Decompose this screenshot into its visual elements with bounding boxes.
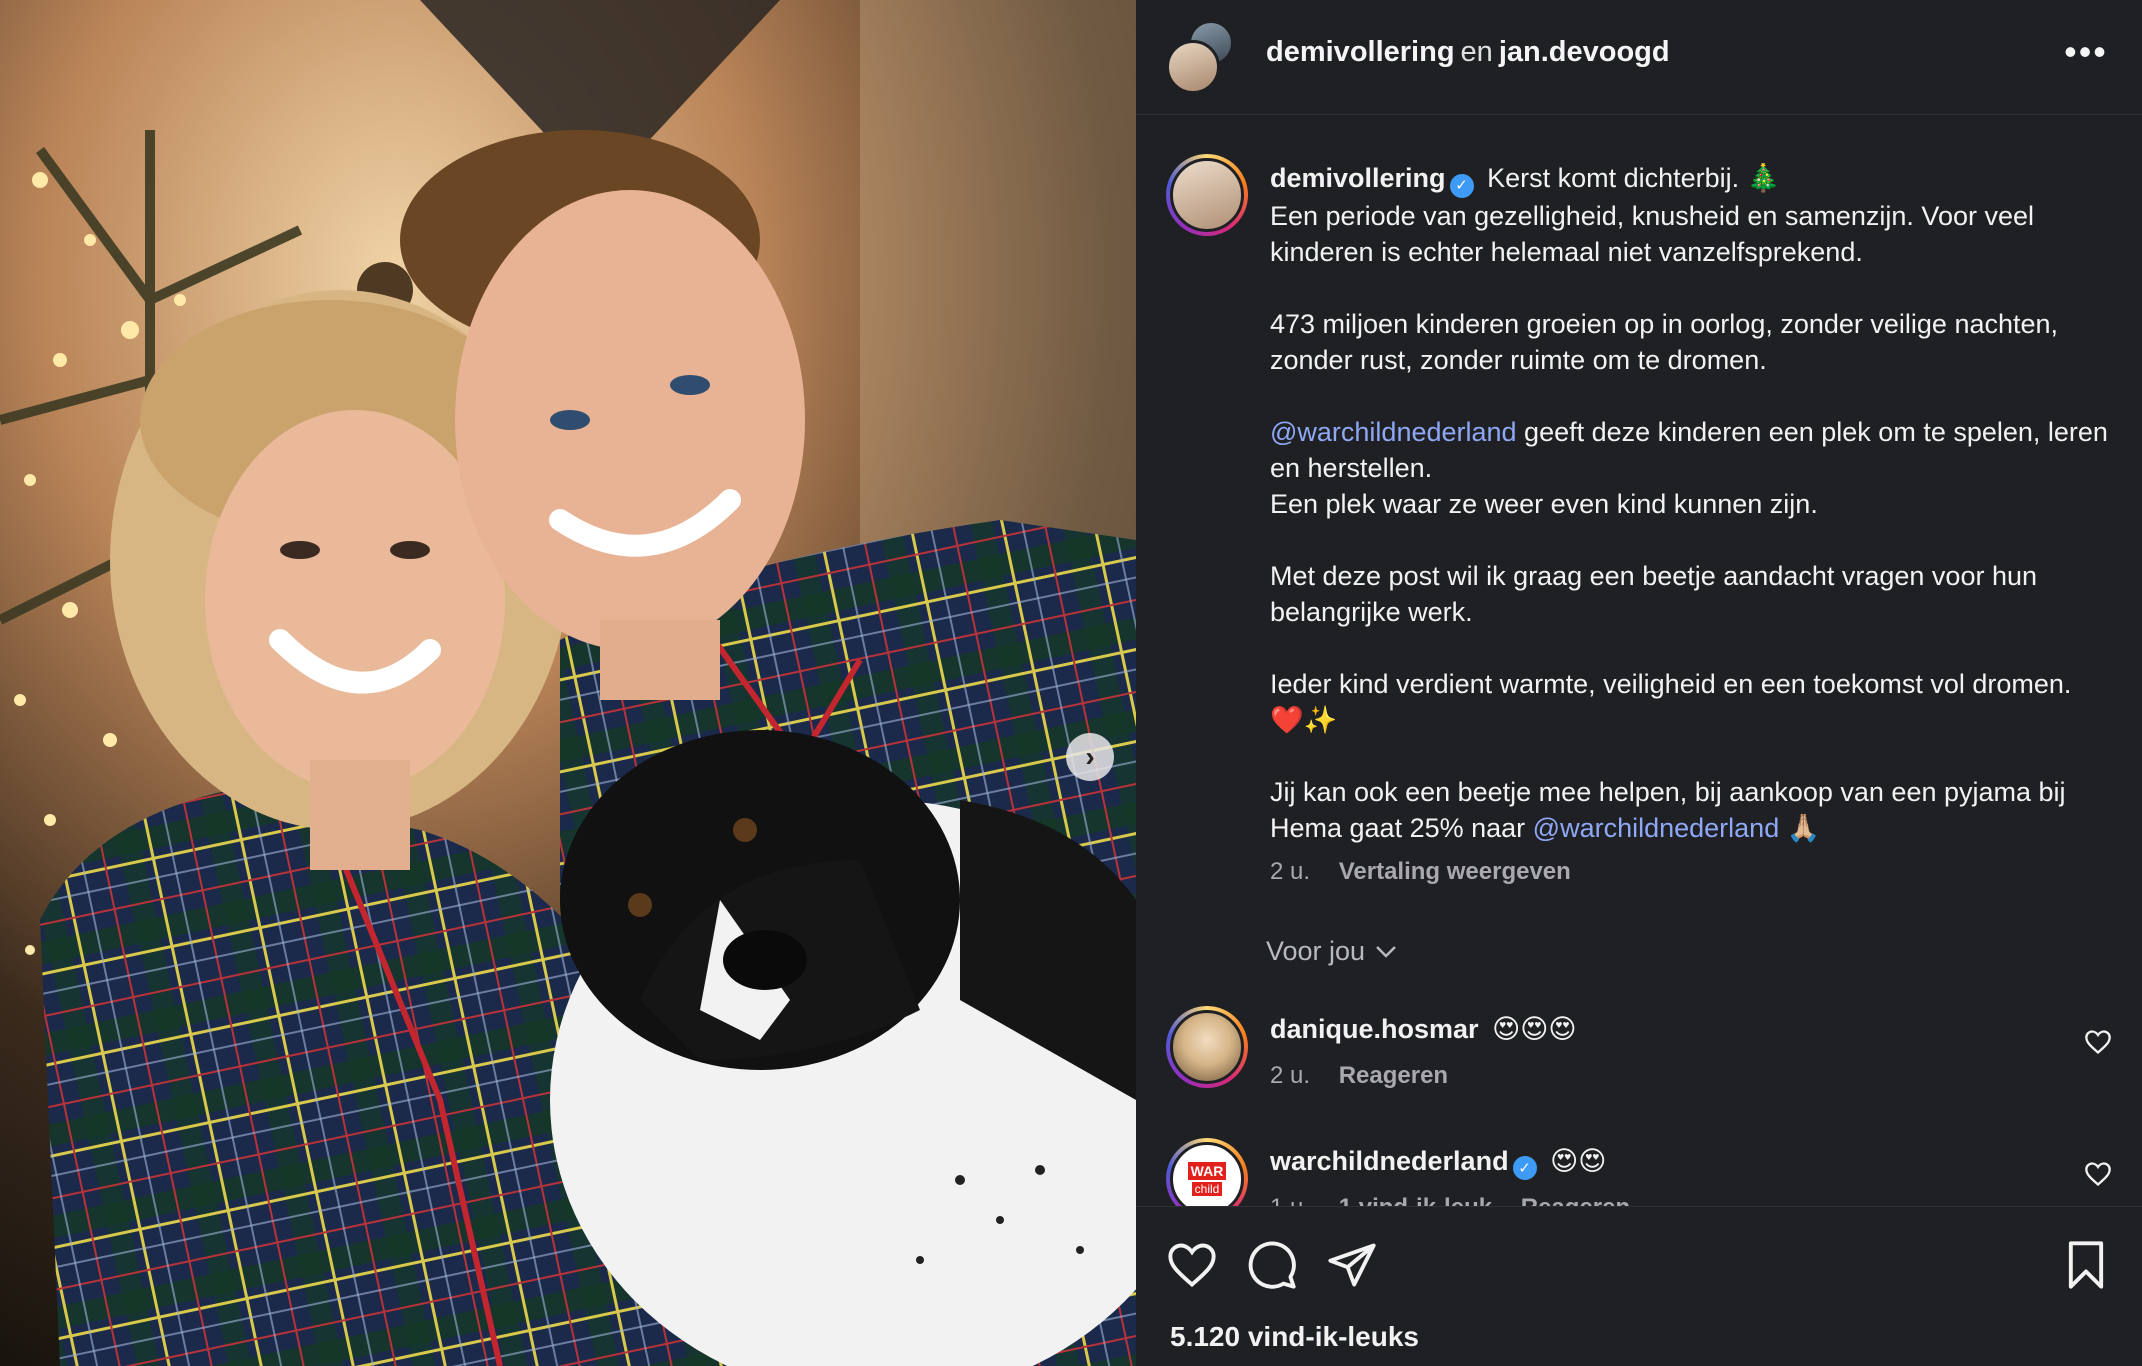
header-username-1[interactable]: demivollering <box>1266 36 1455 68</box>
chevron-right-icon: › <box>1085 741 1095 772</box>
post-photo[interactable]: › <box>0 0 1136 1366</box>
translate-link[interactable]: Vertaling weergeven <box>1339 858 1571 885</box>
comment-time: 2 u. <box>1270 1062 1311 1089</box>
post-side-panel: demivollering en jan.devoogd ••• demivolle… <box>1136 0 2142 1366</box>
comment-username[interactable]: danique.hosmar 😍😍😍 <box>1270 1014 1577 1045</box>
post-action-bar: 5.120 vind-ik-leuks <box>1136 1206 2142 1366</box>
caption-meta: 2 u. Vertaling weergeven <box>1270 858 1571 886</box>
post-caption: demivollering ✓ Kerst komt dichterbij. 🎄 … <box>1270 160 2110 846</box>
post-header: demivollering en jan.devoogd ••• <box>1136 0 2142 115</box>
caption-p2: 473 miljoen kinderen groeien op in oorlo… <box>1270 309 2059 375</box>
verified-badge-icon: ✓ <box>1512 1156 1537 1180</box>
comment-item: WAR child warchildnederland✓ 😍😍 1 u. 1 v… <box>1136 1138 2142 1206</box>
mention-warchild-2[interactable]: @warchildnederland <box>1533 813 1780 843</box>
collab-avatars[interactable] <box>1166 20 1238 94</box>
comment-bubble-icon[interactable] <box>1246 1239 1298 1291</box>
comment-meta: 1 u. 1 vind-ik-leuk Reageren <box>1270 1194 1652 1206</box>
avatar-demi[interactable] <box>1166 40 1220 94</box>
caption-p3-line2: Een plek waar ze weer even kind kunnen z… <box>1270 489 1818 519</box>
caption-line1: Kerst komt dichterbij. 🎄 <box>1487 163 1781 193</box>
comment-username-text: danique.hosmar <box>1270 1014 1479 1044</box>
more-options-button[interactable]: ••• <box>2060 30 2112 74</box>
comment-avatar[interactable] <box>1166 1006 1248 1088</box>
reply-button[interactable]: Reageren <box>1521 1194 1630 1206</box>
comment-like-heart-icon[interactable] <box>2084 1028 2112 1056</box>
likes-count[interactable]: 5.120 vind-ik-leuks <box>1170 1321 1419 1353</box>
comment-avatar[interactable]: WAR child <box>1166 1138 1248 1206</box>
header-separator: en <box>1460 36 1493 68</box>
caption-username[interactable]: demivollering <box>1270 163 1446 193</box>
mention-warchild-1[interactable]: @warchildnederland <box>1270 417 1517 447</box>
next-image-button[interactable]: › <box>1066 733 1114 781</box>
warchild-logo-top: WAR <box>1187 1162 1227 1180</box>
photo-illustration <box>0 0 1136 1366</box>
verified-badge-icon: ✓ <box>1449 174 1474 198</box>
header-username-2[interactable]: jan.devoogd <box>1499 36 1670 68</box>
comments-scroll-area[interactable]: demivollering ✓ Kerst komt dichterbij. 🎄 … <box>1136 116 2142 1206</box>
comment-likes[interactable]: 1 vind-ik-leuk <box>1339 1194 1492 1206</box>
comment-text: 😍😍 <box>1550 1146 1607 1176</box>
comment-text: 😍😍😍 <box>1492 1014 1577 1044</box>
warchild-logo-bottom: child <box>1191 1182 1223 1196</box>
caption-p6-end: 🙏🏼 <box>1779 813 1821 843</box>
reply-button[interactable]: Reageren <box>1339 1062 1448 1089</box>
caption-avatar[interactable] <box>1166 154 1248 236</box>
heart-icon[interactable] <box>1166 1239 1218 1291</box>
chevron-down-icon <box>1376 945 1396 958</box>
caption-p4: Met deze post wil ik graag een beetje aa… <box>1270 561 2037 627</box>
bookmark-icon[interactable] <box>2060 1239 2112 1291</box>
caption-p5: Ieder kind verdient warmte, veiligheid e… <box>1270 669 2072 735</box>
comment-username-text: warchildnederland <box>1270 1146 1509 1176</box>
more-dots-icon: ••• <box>2064 31 2108 72</box>
comment-meta: 2 u. Reageren <box>1270 1062 1470 1090</box>
comment-sort-label: Voor jou <box>1266 936 1366 966</box>
comment-sort-dropdown[interactable]: Voor jou <box>1266 936 1397 967</box>
comment-time: 1 u. <box>1270 1194 1310 1206</box>
collab-usernames: demivollering en jan.devoogd <box>1266 36 1670 69</box>
comment-item: danique.hosmar 😍😍😍 2 u. Reageren <box>1136 1006 2142 1134</box>
paper-plane-icon[interactable] <box>1326 1239 1378 1291</box>
comment-like-heart-icon[interactable] <box>2084 1160 2112 1188</box>
caption-time: 2 u. <box>1270 858 1311 885</box>
caption-p1: Een periode van gezelligheid, knusheid e… <box>1270 201 2035 267</box>
comment-username[interactable]: warchildnederland ✓ 😍😍 <box>1270 1146 1606 1180</box>
